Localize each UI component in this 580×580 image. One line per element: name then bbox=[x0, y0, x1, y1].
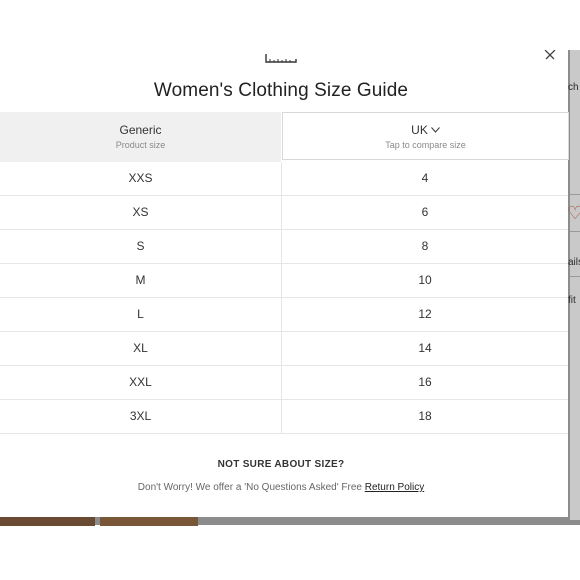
column-header-label: UK bbox=[411, 123, 428, 137]
background-text-fragment: ails bbox=[568, 257, 580, 268]
column-header-sublabel: Product size bbox=[115, 140, 166, 150]
column-header-generic: Generic Product size bbox=[0, 112, 281, 162]
table-row: XXS 4 bbox=[0, 162, 568, 196]
column-header-label: Generic bbox=[119, 123, 162, 137]
generic-size-cell: XXL bbox=[129, 375, 152, 389]
background-divider bbox=[570, 194, 580, 195]
close-icon[interactable] bbox=[542, 50, 558, 60]
chevron-down-icon bbox=[430, 127, 440, 133]
uk-size-cell: 14 bbox=[418, 341, 432, 355]
background-text-fragment: fit bbox=[568, 295, 576, 306]
size-guide-modal: Women's Clothing Size Guide Generic Prod… bbox=[0, 50, 569, 517]
size-help-text: Don't Worry! We offer a 'No Questions As… bbox=[137, 482, 365, 493]
table-row: L 12 bbox=[0, 298, 568, 332]
generic-size-cell: 3XL bbox=[129, 409, 152, 423]
table-row: XXL 16 bbox=[0, 366, 568, 400]
column-header-sublabel: Tap to compare size bbox=[385, 140, 466, 150]
measuring-tape-icon bbox=[265, 54, 297, 63]
generic-size-cell: L bbox=[137, 307, 144, 321]
table-row: XS 6 bbox=[0, 196, 568, 230]
table-row: 3XL 18 bbox=[0, 400, 568, 434]
size-help-heading: NOT SURE ABOUT SIZE? bbox=[217, 459, 345, 470]
return-policy-link[interactable]: Return Policy bbox=[365, 482, 424, 493]
generic-size-cell: M bbox=[135, 273, 146, 287]
table-row: XL 14 bbox=[0, 332, 568, 366]
size-help-note: Don't Worry! We offer a 'No Questions As… bbox=[0, 482, 562, 493]
uk-size-cell: 10 bbox=[418, 273, 432, 287]
background-bottom-area bbox=[0, 525, 580, 580]
background-divider bbox=[570, 231, 580, 232]
table-row: M 10 bbox=[0, 264, 568, 298]
background-divider bbox=[570, 276, 580, 277]
wishlist-heart-icon[interactable]: ♡ bbox=[567, 203, 580, 224]
uk-size-cell: 18 bbox=[418, 409, 432, 423]
table-row: S 8 bbox=[0, 230, 568, 264]
background-top-area bbox=[0, 0, 580, 50]
size-table-body: XXS 4 XS 6 S 8 M 10 L 12 XL 14 XXL 16 3X… bbox=[0, 162, 568, 434]
generic-size-cell: XS bbox=[132, 205, 149, 219]
size-table-header: Generic Product size UK Tap to compare s… bbox=[0, 112, 569, 162]
uk-size-cell: 12 bbox=[418, 307, 432, 321]
generic-size-cell: S bbox=[136, 239, 145, 253]
uk-size-cell: 8 bbox=[421, 239, 429, 253]
generic-size-cell: XL bbox=[133, 341, 148, 355]
modal-title: Women's Clothing Size Guide bbox=[153, 80, 409, 101]
background-side-panel bbox=[570, 50, 580, 520]
background-text-fragment: ch bbox=[568, 82, 579, 93]
generic-size-cell: XXS bbox=[128, 171, 153, 185]
uk-size-cell: 16 bbox=[418, 375, 432, 389]
uk-size-cell: 6 bbox=[421, 205, 429, 219]
uk-size-cell: 4 bbox=[421, 171, 429, 185]
size-region-selector[interactable]: UK Tap to compare size bbox=[282, 112, 569, 160]
